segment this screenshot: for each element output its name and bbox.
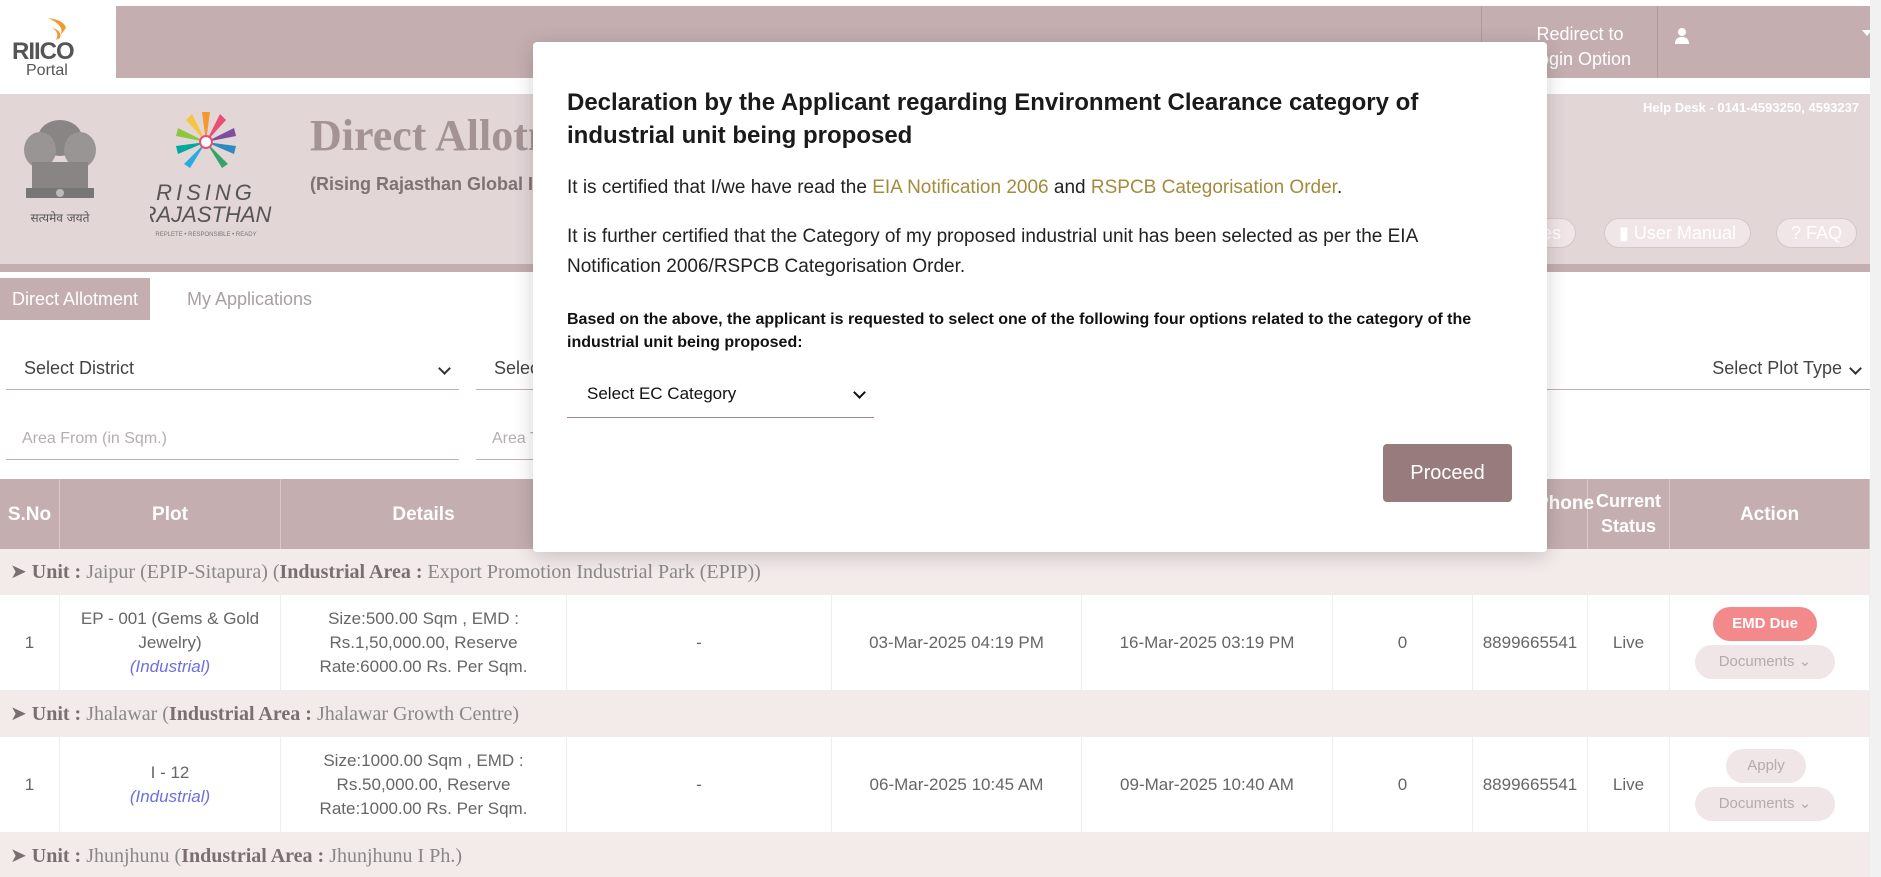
certification-mid: and — [1048, 177, 1091, 198]
ec-category-select[interactable]: Select EC Category — [567, 374, 874, 418]
chevron-down-icon — [853, 386, 866, 399]
rspcb-order-link[interactable]: RSPCB Categorisation Order — [1091, 177, 1337, 198]
proceed-button[interactable]: Proceed — [1383, 444, 1512, 502]
modal-instruction: Based on the above, the applicant is req… — [567, 311, 1472, 351]
ec-declaration-modal: Declaration by the Applicant regarding E… — [533, 42, 1547, 552]
eia-notification-link[interactable]: EIA Notification 2006 — [872, 177, 1048, 198]
page: RIICO Portal Redirect to Login Option सत… — [0, 0, 1881, 877]
certification-suffix: . — [1336, 177, 1343, 198]
modal-further-certification: It is further certified that the Categor… — [567, 226, 1418, 277]
modal-certification-text: It is certified that I/we have read the … — [567, 174, 1507, 202]
certification-prefix: It is certified that I/we have read the — [567, 177, 873, 198]
ec-category-value: Select EC Category — [587, 384, 737, 403]
modal-title: Declaration by the Applicant regarding E… — [567, 89, 1419, 149]
